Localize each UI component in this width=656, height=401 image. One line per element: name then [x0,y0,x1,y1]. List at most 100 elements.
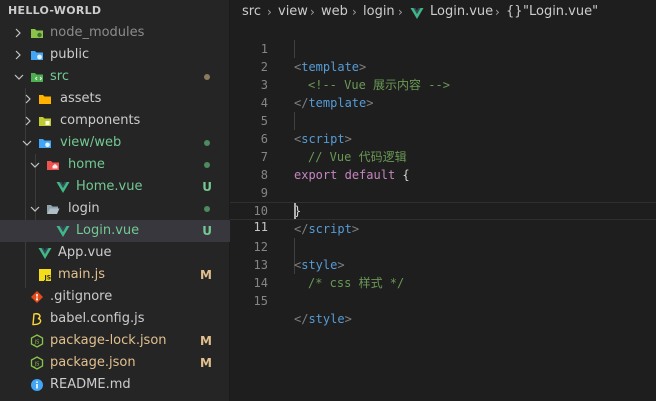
code-line: 8 [230,148,656,182]
folder-assets-icon [38,92,52,106]
code-line: 10 </script> [230,184,656,236]
tree-item-babel-config[interactable]: babel.config.js [0,308,230,330]
code-line: 6 // Vue 代码逻辑 [230,112,656,164]
code-line-active[interactable]: 11 [230,202,656,234]
code-text: </style> [294,312,352,326]
tree-item-login[interactable]: login [0,198,230,220]
code-line: 4 [230,76,656,110]
untracked-dot-icon [204,206,210,212]
svg-text:JS: JS [34,340,40,346]
code-line: 3 </template> [230,58,656,110]
tree-item-label: main.js [58,267,105,282]
code-line: 2 <!-- Vue 展示内容 --> [230,40,656,92]
tree-item-label: babel.config.js [50,311,145,326]
folder-components-icon [38,114,52,128]
tree-item-label: components [60,113,141,128]
modified-dot-icon [204,74,210,80]
explorer-title[interactable]: HELLO-WORLD [0,0,230,22]
folder-views-icon [38,136,52,150]
tree-item-login-vue[interactable]: Login.vue U [0,220,230,242]
text-cursor [294,203,296,219]
line-number: 15 [253,294,268,308]
tree-item-label: home [68,157,105,172]
folder-public-icon [30,48,44,62]
folder-src-icon [30,70,44,84]
tree-item-src[interactable]: src [0,66,230,88]
modified-status-badge: M [200,356,212,370]
chevron-right-icon: › [495,5,500,19]
chevron-right-icon [14,44,24,66]
tree-item-label: App.vue [58,245,112,260]
svg-text:JS: JS [44,275,52,282]
breadcrumb-item-view[interactable]: view [278,0,308,24]
breadcrumb-item-symbol[interactable]: "Login.vue" [523,0,598,24]
chevron-down-icon [30,154,40,176]
tree-item-home[interactable]: home [0,154,230,176]
tree-item-public[interactable]: public [0,44,230,66]
symbol-braces-icon: {} [506,4,523,19]
breadcrumb-item-file[interactable]: Login.vue [430,0,493,24]
modified-status-badge: M [200,334,212,348]
explorer-sidebar: HELLO-WORLD node_modules public src asse… [0,0,230,401]
chevron-right-icon: › [310,5,315,19]
untracked-status-badge: U [202,180,212,194]
tree-item-readme[interactable]: README.md [0,374,230,396]
chevron-right-icon [24,110,34,132]
vue-file-icon [38,246,52,260]
folder-open-icon [46,202,60,216]
tree-item-package-json[interactable]: JS package.json M [0,352,230,374]
tree-item-components[interactable]: components [0,110,230,132]
nodejs-file-icon: JS [30,356,44,370]
code-editor[interactable]: src › view › web › login › Login.vue › {… [230,0,656,401]
breadcrumb-item-src[interactable]: src [242,0,261,24]
chevron-right-icon [14,22,24,44]
untracked-dot-icon [204,140,210,146]
tree-item-gitignore[interactable]: .gitignore [0,286,230,308]
chevron-down-icon [22,132,32,154]
tree-item-node-modules[interactable]: node_modules [0,22,230,44]
tree-item-package-lock[interactable]: JS package-lock.json M [0,330,230,352]
chevron-right-icon: › [352,5,357,19]
javascript-file-icon: JS [38,268,52,282]
vue-file-icon [56,180,70,194]
tree-item-label: README.md [50,377,131,392]
chevron-down-icon [14,66,24,88]
tree-item-home-vue[interactable]: Home.vue U [0,176,230,198]
tree-item-label: .gitignore [50,289,113,304]
svg-text:JS: JS [34,362,40,368]
tree-item-main-js[interactable]: JS main.js M [0,264,230,286]
nodejs-file-icon: JS [30,334,44,348]
git-file-icon [30,290,44,304]
code-line: 15 </style> [230,274,656,326]
code-line: 1 <template> [230,22,656,74]
info-icon [30,378,44,392]
code-line: 14 [230,256,656,290]
chevron-right-icon [24,88,34,110]
vue-file-icon [56,224,70,238]
breadcrumb-item-login[interactable]: login [363,0,395,24]
chevron-down-icon [30,198,40,220]
modified-status-badge: M [200,268,212,282]
tree-item-label: node_modules [50,25,145,40]
tree-item-label: assets [60,91,102,106]
breadcrumb: src › view › web › login › Login.vue › {… [230,0,656,24]
chevron-right-icon: › [398,5,403,19]
untracked-status-badge: U [202,224,212,238]
tree-item-label: Login.vue [76,223,140,238]
tree-item-assets[interactable]: assets [0,88,230,110]
tree-item-label: login [68,201,100,216]
tree-item-label: src [50,69,69,84]
breadcrumb-item-web[interactable]: web [321,0,348,24]
chevron-right-icon: › [267,5,272,19]
code-line: 7 export default { [230,130,656,182]
code-line: 12 <style> [230,220,656,272]
tree-item-app-vue[interactable]: App.vue [0,242,230,264]
tree-item-view-web[interactable]: view/web [0,132,230,154]
code-line: 13 /* css 样式 */ [230,238,656,290]
vue-file-icon [410,5,424,19]
tree-item-label: Home.vue [76,179,143,194]
babel-file-icon [30,312,44,326]
folder-node-icon [30,26,44,40]
tree-item-label: public [50,47,90,62]
folder-home-icon [46,158,60,172]
